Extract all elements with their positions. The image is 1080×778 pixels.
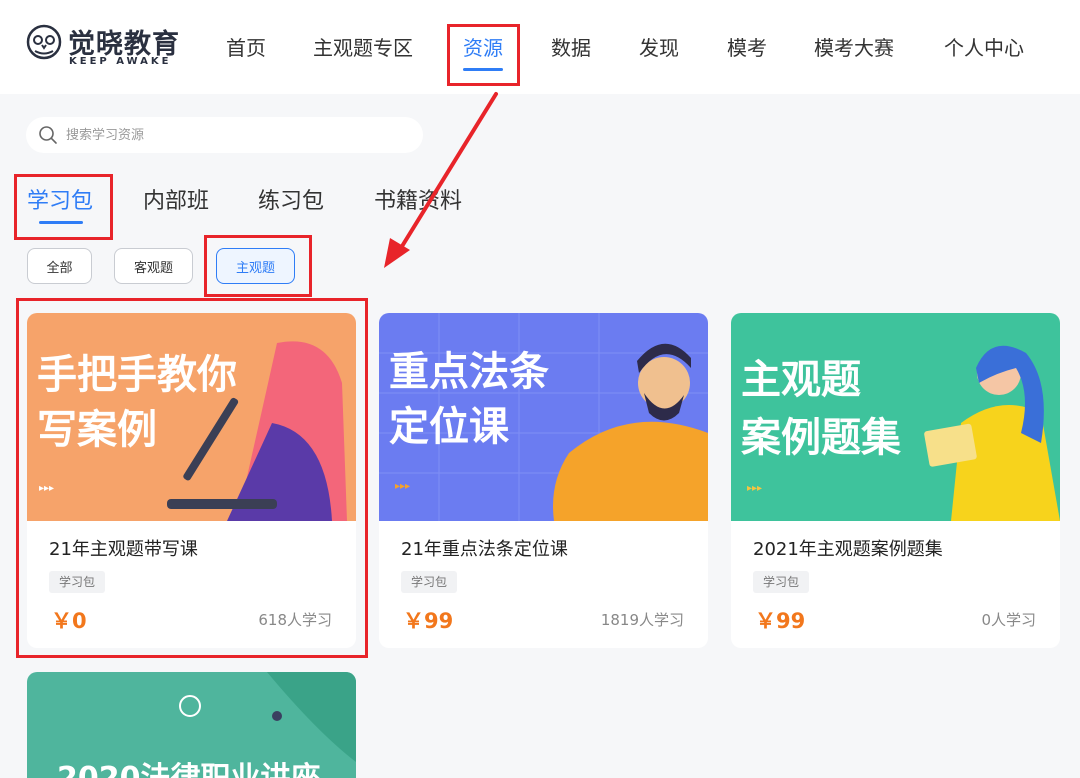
banner-line1: 2020法律职业讲座 [57,761,321,778]
nav-item-home[interactable]: 首页 [226,32,266,61]
course-price: ￥99 [403,609,454,633]
banner-line2: 案例题集 [741,415,901,461]
annotation-arrow-icon [384,92,498,268]
course-tag: 学习包 [753,571,810,593]
tab-study-pack[interactable]: 学习包 [27,183,94,224]
course-banner-image: 重点法条 定位课 ▸▸▸ [379,313,708,521]
course-title: 21年重点法条定位课 [401,539,568,560]
tab-study-pack-label: 学习包 [27,189,94,214]
tab-active-underline [39,221,83,224]
course-banner-image: 主观题 案例题集 ▸▸▸ [731,313,1060,521]
search-icon [39,126,57,144]
nav-item-profile[interactable]: 个人中心 [944,32,1024,61]
banner-marker: ▸▸▸ [747,483,762,494]
course-card[interactable]: 重点法条 定位课 ▸▸▸ 21年重点法条定位课 学习包 ￥99 1819人学习 [379,313,708,648]
nav-item-discover[interactable]: 发现 [639,32,679,61]
course-card[interactable]: 手把手教你 写案例 ▸▸▸ 21年主观题带写课 学习包 ￥0 618人学习 [27,313,356,648]
course-tag: 学习包 [401,571,458,593]
search-input[interactable] [66,123,406,147]
nav-active-underline [463,68,503,71]
nav-item-subjective-zone[interactable]: 主观题专区 [313,32,413,61]
filter-all[interactable]: 全部 [27,248,92,284]
top-header: 觉晓教育 KEEP AWAKE 首页 主观题专区 资源 数据 发现 模考 模考大… [0,0,1080,94]
tab-practice-pack[interactable]: 练习包 [258,183,324,215]
tab-internal-class[interactable]: 内部班 [143,183,209,215]
course-title: 21年主观题带写课 [49,539,198,560]
banner-line1: 主观题 [741,357,861,403]
course-price: ￥0 [51,609,87,633]
search-bar[interactable] [26,117,423,153]
course-card[interactable]: 2020法律职业讲座 [27,672,356,778]
brand-logo[interactable]: 觉晓教育 KEEP AWAKE [26,22,186,70]
course-learners: 618人学习 [258,611,332,629]
course-learners: 1819人学习 [600,611,684,629]
course-price: ￥99 [755,609,806,633]
banner-line1: 重点法条 [389,349,549,395]
nav-item-resources-label: 资源 [463,36,503,60]
banner-line2: 定位课 [389,404,510,450]
course-learners: 0人学习 [981,611,1036,629]
course-card[interactable]: 主观题 案例题集 ▸▸▸ 2021年主观题案例题集 学习包 ￥99 0人学习 [731,313,1060,648]
nav-item-data[interactable]: 数据 [551,32,591,61]
owl-logo-icon [26,24,62,60]
brand-name-en: KEEP AWAKE [69,56,172,67]
banner-marker: ▸▸▸ [39,483,54,494]
banner-marker: ▸▸▸ [395,481,410,492]
course-tag: 学习包 [49,571,106,593]
nav-item-mock-contest[interactable]: 模考大赛 [814,32,894,61]
banner-line2: 写案例 [37,407,157,453]
banner-line1: 手把手教你 [37,352,237,398]
course-title: 2021年主观题案例题集 [753,539,943,560]
filter-subjective[interactable]: 主观题 [216,248,295,284]
filter-objective[interactable]: 客观题 [114,248,193,284]
course-banner-image: 2020法律职业讲座 [27,672,356,778]
nav-item-mock-exam[interactable]: 模考 [727,32,767,61]
nav-item-resources[interactable]: 资源 [463,32,503,71]
course-banner-image: 手把手教你 写案例 ▸▸▸ [27,313,356,521]
